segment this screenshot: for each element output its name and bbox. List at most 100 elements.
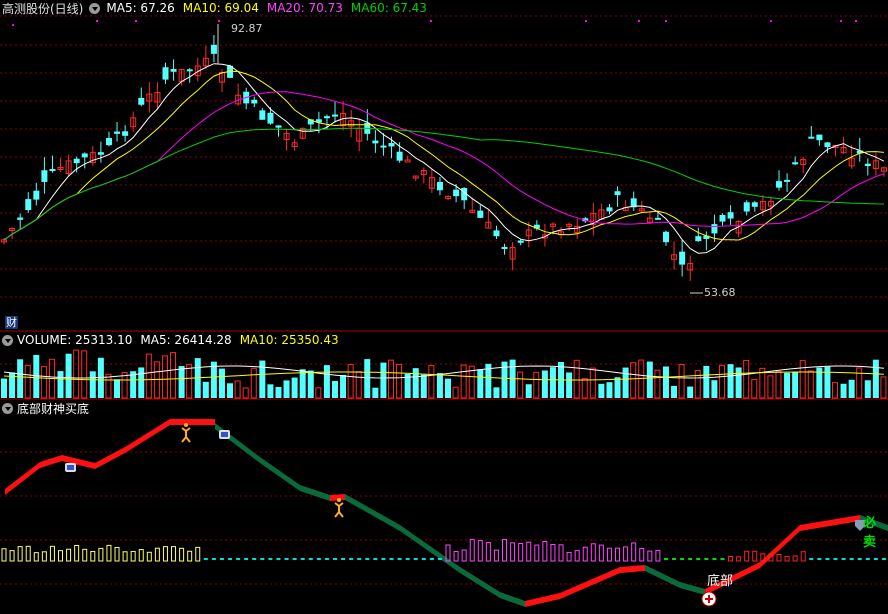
histogram-bar bbox=[236, 558, 241, 560]
histogram-bar bbox=[598, 544, 604, 562]
volume-bar bbox=[33, 354, 40, 398]
candle-body bbox=[784, 179, 791, 182]
signal-dot bbox=[96, 20, 98, 22]
candle-body bbox=[122, 131, 129, 136]
candle-body bbox=[114, 131, 121, 134]
histogram-bar bbox=[82, 548, 88, 562]
candle-body bbox=[267, 112, 274, 124]
histogram-bar bbox=[784, 555, 790, 562]
histogram-bar bbox=[203, 558, 208, 560]
candle-body bbox=[275, 125, 282, 128]
histogram-bar bbox=[154, 547, 160, 562]
volume-bar bbox=[880, 376, 887, 399]
volume-bar bbox=[606, 382, 613, 398]
volume-bar bbox=[161, 355, 168, 399]
volume-bar bbox=[824, 366, 831, 398]
candle-body bbox=[493, 230, 500, 237]
volume-bar bbox=[598, 383, 605, 398]
signal-dot bbox=[585, 20, 587, 22]
volume-panel[interactable]: VOLUME: 25313.10 MA5: 26414.28 MA10: 253… bbox=[0, 332, 888, 400]
histogram-bar bbox=[332, 558, 337, 560]
histogram-bar bbox=[413, 558, 418, 560]
teacup-icon bbox=[65, 463, 76, 472]
histogram-bar bbox=[187, 550, 193, 562]
volume-bar bbox=[40, 365, 47, 399]
volume-bar bbox=[299, 369, 306, 398]
volume-bar bbox=[525, 384, 532, 398]
volume-bar bbox=[170, 352, 177, 399]
finance-badge[interactable]: 财 bbox=[5, 316, 18, 329]
volume-bar bbox=[566, 372, 573, 398]
indicator-fall-band bbox=[645, 565, 705, 595]
histogram-bar bbox=[461, 549, 467, 562]
histogram-bar bbox=[429, 558, 434, 560]
indicator-chart[interactable] bbox=[0, 400, 888, 614]
candle-body bbox=[654, 217, 661, 220]
indicator-fall-band bbox=[215, 423, 330, 501]
histogram-bar bbox=[720, 558, 725, 560]
volume-bar bbox=[638, 359, 645, 399]
signal-dot bbox=[855, 20, 857, 22]
volume-bar bbox=[792, 371, 799, 398]
histogram-bar bbox=[469, 538, 475, 562]
volume-bar bbox=[848, 379, 855, 398]
volume-bar bbox=[460, 364, 467, 399]
histogram-bar bbox=[66, 548, 72, 562]
histogram-bar bbox=[41, 551, 47, 562]
histogram-bar bbox=[518, 542, 524, 562]
candle-body bbox=[259, 110, 266, 120]
candlestick-chart[interactable] bbox=[0, 0, 888, 332]
running-man-icon bbox=[334, 498, 344, 518]
volume-bar bbox=[622, 367, 629, 398]
volume-bar bbox=[210, 361, 217, 398]
histogram-bar bbox=[502, 538, 508, 562]
price-panel[interactable]: 高测股份(日线) MA5: 67.26 MA10: 69.04 MA20: 70… bbox=[0, 0, 888, 332]
histogram-bar bbox=[373, 558, 378, 560]
indicator-title: 底部财神买底 bbox=[17, 401, 90, 416]
signal-dot bbox=[218, 20, 220, 22]
candle-body bbox=[210, 44, 217, 54]
histogram-bar bbox=[688, 558, 693, 560]
histogram-bar bbox=[566, 551, 572, 562]
volume-bar bbox=[452, 386, 459, 399]
volume-dropdown-icon[interactable] bbox=[2, 334, 13, 346]
candle-body bbox=[751, 202, 758, 207]
volume-bar bbox=[630, 362, 637, 399]
candle-body bbox=[332, 114, 339, 117]
signal-dot bbox=[665, 20, 667, 22]
volume-bar bbox=[355, 371, 362, 399]
histogram-bar bbox=[90, 551, 96, 562]
candle-body bbox=[81, 153, 88, 158]
candle-body bbox=[138, 97, 145, 105]
candle-body bbox=[792, 162, 799, 165]
candle-body bbox=[711, 224, 718, 234]
volume-bar bbox=[267, 384, 274, 398]
histogram-bar bbox=[542, 540, 548, 562]
histogram-bar bbox=[510, 542, 516, 562]
histogram-bar bbox=[574, 550, 580, 562]
volume-bar bbox=[340, 374, 347, 398]
volume-bar bbox=[275, 386, 282, 398]
histogram-bar bbox=[244, 558, 249, 560]
indicator-panel[interactable]: 底部财神买底 底部 必卖 bbox=[0, 400, 888, 614]
indicator-dropdown-icon[interactable] bbox=[2, 402, 13, 414]
candle-body bbox=[41, 170, 48, 182]
histogram-bar bbox=[493, 549, 499, 562]
candle-body bbox=[372, 140, 379, 144]
candle-body bbox=[477, 210, 484, 218]
histogram-bar bbox=[736, 556, 742, 562]
volume-bar bbox=[347, 364, 354, 399]
running-man-icon bbox=[181, 423, 191, 443]
volume-bar bbox=[840, 383, 847, 398]
signal-dot bbox=[135, 20, 137, 22]
volume-bar bbox=[105, 373, 112, 399]
histogram-bar bbox=[389, 558, 394, 560]
histogram-bar bbox=[9, 550, 15, 562]
volume-bar bbox=[387, 359, 394, 399]
histogram-bar bbox=[477, 540, 483, 562]
volume-bar bbox=[17, 359, 24, 398]
volume-bar bbox=[114, 379, 121, 398]
histogram-bar bbox=[776, 553, 782, 562]
volume-bar bbox=[315, 387, 322, 399]
histogram-bar bbox=[841, 558, 846, 560]
